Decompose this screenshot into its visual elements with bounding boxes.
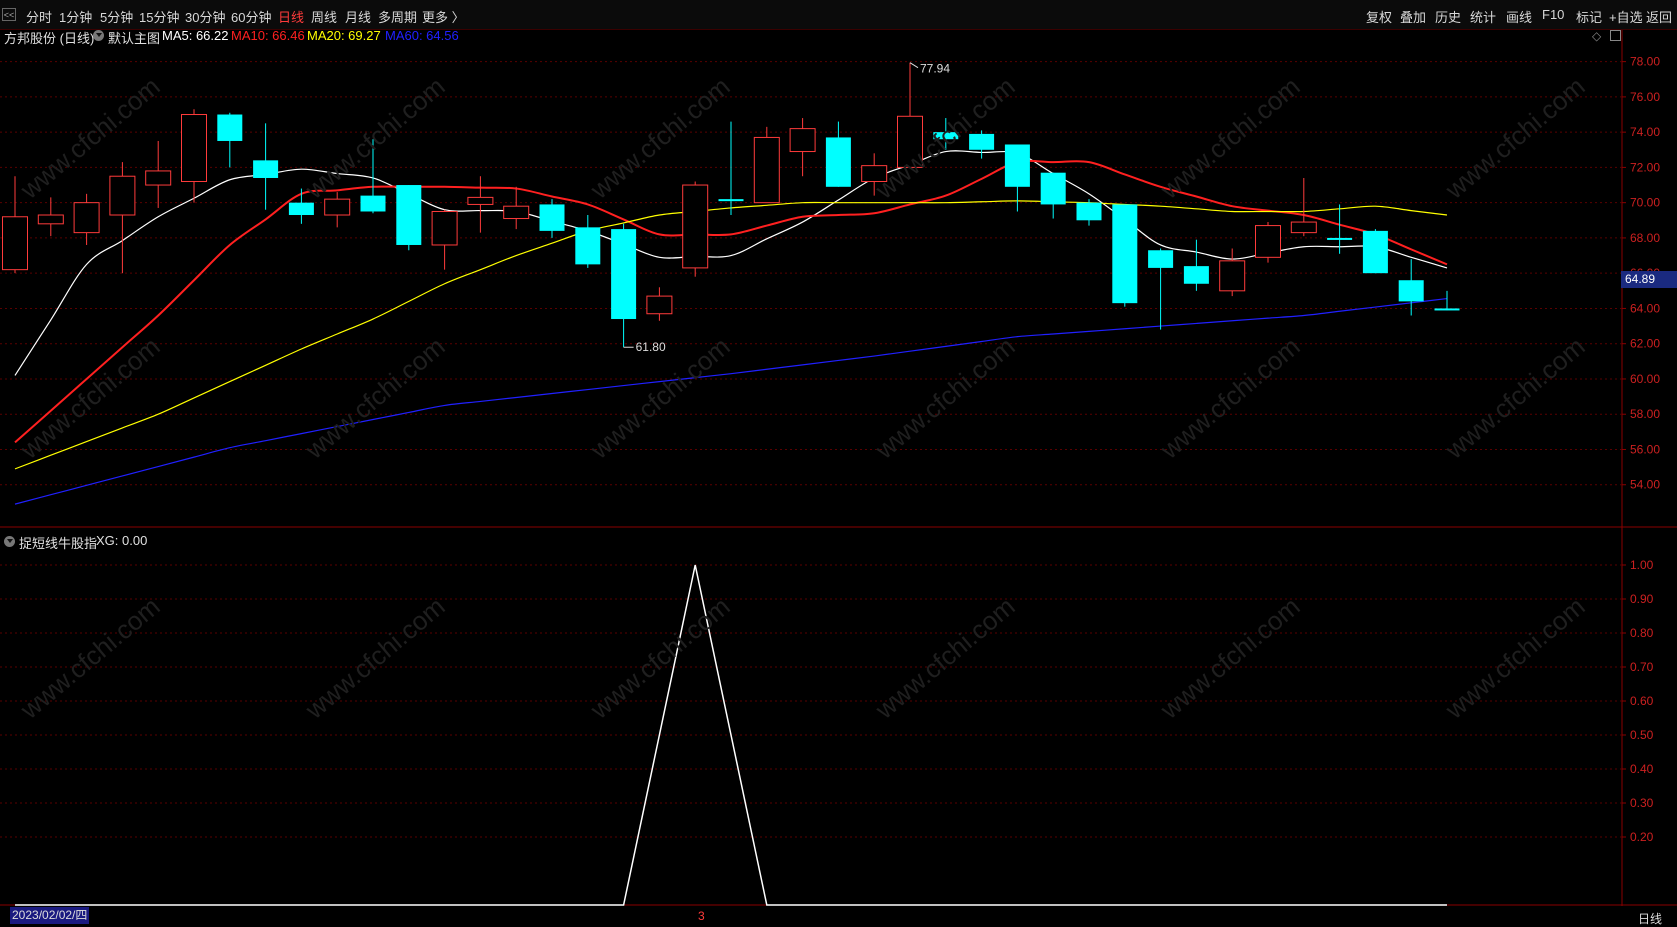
high-pointer [909, 62, 919, 69]
y-tick-label: 78.00 [1630, 55, 1660, 69]
candle-body [611, 229, 637, 320]
candle-body [1148, 250, 1174, 268]
ma60-label: MA60: 64.56 [385, 28, 459, 43]
candle-body [1183, 266, 1209, 284]
bottom-bar [0, 906, 1677, 926]
candle-body [1398, 280, 1424, 302]
xg-value-label: XG: 0.00 [96, 533, 148, 548]
ma-line-ma20 [14, 200, 1448, 470]
candle-body [682, 184, 709, 269]
y-tick-label: 64.00 [1630, 301, 1660, 315]
candle-body [288, 202, 314, 216]
kline-chart[interactable]: 54.0056.0058.0060.0062.0064.0066.0068.00… [0, 0, 1677, 926]
watermark: www.cfchi.com [14, 591, 166, 725]
candle-body [181, 114, 207, 183]
watermark: www.cfchi.com [299, 591, 451, 725]
candle-body [109, 175, 136, 216]
candle-body [825, 137, 851, 187]
y-tick-label: 54.00 [1630, 478, 1660, 492]
candle-body [1290, 221, 1317, 234]
candle-body [539, 204, 565, 231]
indicator-name[interactable]: 捉短线牛股指 [19, 533, 97, 552]
ma20-label: MA20: 69.27 [307, 28, 381, 43]
y-tick-label: 1.00 [1630, 558, 1654, 572]
candle-body [1040, 172, 1066, 205]
y-tick-label: 0.90 [1630, 592, 1654, 606]
y-tick-label: 74.00 [1630, 125, 1660, 139]
watermark: www.cfchi.com [869, 591, 1021, 725]
candle-body [2, 216, 28, 271]
y-tick-label: 60.00 [1630, 372, 1660, 386]
candle-body [646, 295, 673, 315]
watermark: www.cfchi.com [299, 331, 451, 465]
watermark: www.cfchi.com [1154, 331, 1306, 465]
candle-body [1327, 237, 1353, 240]
candle-body [503, 205, 530, 220]
watermark: www.cfchi.com [1154, 591, 1306, 725]
candle-body [37, 214, 64, 225]
candle-body [1004, 144, 1030, 187]
y-tick-label: 58.00 [1630, 407, 1660, 421]
candle-body [575, 227, 601, 265]
y-tick-label: 0.70 [1630, 660, 1654, 674]
candle-body [431, 210, 458, 246]
watermark: www.cfchi.com [1439, 71, 1591, 205]
watermark: www.cfchi.com [1439, 591, 1591, 725]
watermark: www.cfchi.com [584, 591, 736, 725]
candle-body [1112, 204, 1138, 304]
maximize-icon[interactable] [1610, 30, 1621, 41]
y-tick-label: 72.00 [1630, 160, 1660, 174]
current-price-tag: 64.89 [1621, 271, 1677, 288]
candle-body [145, 170, 172, 186]
ma5-label: MA5: 66.22 [162, 28, 229, 43]
candle-body [1219, 260, 1246, 292]
candle-body [1076, 202, 1102, 221]
watermark: www.cfchi.com [14, 71, 166, 205]
watermark: www.cfchi.com [14, 331, 166, 465]
y-tick-label: 56.00 [1630, 442, 1660, 456]
stock-title: 方邦股份 (日线) [4, 31, 95, 46]
period-label: 日线 [1638, 912, 1663, 926]
watermark: www.cfchi.com [869, 331, 1021, 465]
candle-body [1362, 230, 1388, 274]
y-tick-label: 62.00 [1630, 337, 1660, 351]
candle-body [73, 202, 100, 234]
y-tick-label: 0.20 [1630, 830, 1654, 844]
candle-body [1434, 308, 1460, 311]
watermark: www.cfchi.com [1154, 71, 1306, 205]
candle-body [253, 160, 279, 178]
y-tick-label: 0.50 [1630, 728, 1654, 742]
y-tick-label: 0.80 [1630, 626, 1654, 640]
y-tick-label: 70.00 [1630, 196, 1660, 210]
y-tick-label: 76.00 [1630, 90, 1660, 104]
y-tick-label: 0.40 [1630, 762, 1654, 776]
candle-body [396, 185, 422, 245]
candle-body [789, 128, 816, 153]
y-tick-label: 0.60 [1630, 694, 1654, 708]
ma10-label: MA10: 66.46 [231, 28, 305, 43]
watermark: www.cfchi.com [869, 71, 1021, 205]
candle-body [718, 199, 744, 202]
chart-menu-icon[interactable] [93, 30, 104, 41]
candle-body [1255, 225, 1281, 258]
candle-body [324, 198, 351, 216]
y-tick-label: 0.30 [1630, 796, 1654, 810]
candle-body [360, 195, 386, 212]
candle-body [969, 133, 995, 150]
low-annotation: 61.80 [636, 340, 666, 354]
watermark: www.cfchi.com [1439, 331, 1591, 465]
watermark: www.cfchi.com [584, 71, 736, 205]
cursor-date: 2023/02/02/四 [10, 907, 90, 924]
main-chart-name[interactable]: 默认主图 [108, 28, 160, 47]
diamond-icon[interactable]: ◇ [1592, 29, 1601, 43]
watermark: www.cfchi.com [299, 71, 451, 205]
candle-body [217, 114, 243, 141]
y-tick-label: 68.00 [1630, 231, 1660, 245]
candle-body [467, 196, 494, 205]
high-annotation: 77.94 [920, 62, 950, 76]
candle-body [753, 136, 780, 204]
indicator-menu-icon[interactable] [4, 536, 15, 547]
signal-marker: 3 [698, 909, 705, 923]
